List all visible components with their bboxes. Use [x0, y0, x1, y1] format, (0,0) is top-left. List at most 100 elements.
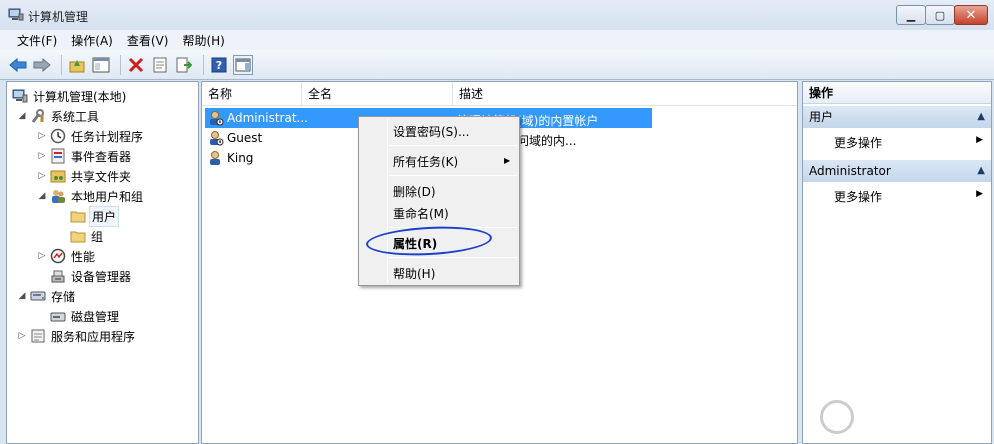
expand-icon[interactable]: ▷ — [17, 331, 27, 341]
tree-label: 组 — [91, 229, 104, 244]
tree-label: 事件查看器 — [71, 149, 132, 164]
performance-icon — [50, 248, 66, 264]
tree-item-computer-management[interactable]: 计算机管理(本地) — [9, 86, 128, 106]
tree-item-disk-management[interactable]: 磁盘管理 — [47, 306, 121, 326]
title-bar: 计算机管理 ▁ ▢ ✕ — [0, 0, 994, 30]
toolbar-separator — [203, 54, 204, 75]
minimize-icon: ▁ — [906, 8, 916, 22]
menu-separator — [389, 175, 517, 176]
menu-separator — [389, 257, 517, 258]
user-name: King — [227, 151, 254, 165]
menu-action[interactable]: 操作(A) — [64, 32, 120, 49]
up-level-button[interactable] — [67, 55, 87, 75]
maximize-button[interactable]: ▢ — [925, 5, 955, 25]
actions-group-label: Administrator — [809, 164, 891, 178]
list-column-headers: 名称 全名 描述 — [202, 82, 797, 106]
action-pane-icon — [235, 58, 251, 71]
close-button[interactable]: ✕ — [954, 5, 988, 25]
tree-label: 共享文件夹 — [71, 169, 132, 184]
menu-separator — [389, 145, 517, 146]
help-button[interactable]: ? — [209, 55, 229, 75]
actions-group-users[interactable]: 用户 ▲ — [803, 106, 991, 128]
console-tree-icon — [92, 57, 110, 72]
user-account-icon — [210, 151, 220, 165]
maximize-icon: ▢ — [934, 8, 946, 22]
tree-label: 性能 — [71, 249, 96, 264]
toolbar-separator — [120, 54, 121, 75]
tree-item-groups[interactable]: 组 — [67, 226, 105, 246]
tree-item-system-tools[interactable]: ◢ 系统工具 — [17, 106, 101, 126]
svg-text:?: ? — [216, 59, 222, 72]
toolbar-separator — [61, 54, 62, 75]
menu-item-rename[interactable]: 重命名(M) — [393, 205, 449, 222]
column-header-name[interactable]: 名称 — [202, 82, 302, 106]
menu-item-all-tasks[interactable]: 所有任务(K) — [393, 153, 458, 170]
menu-file[interactable]: 文件(F) — [10, 32, 64, 49]
tree-item-users[interactable]: 用户 — [67, 205, 120, 227]
collapse-icon[interactable]: ◢ — [17, 291, 27, 301]
computer-management-icon — [8, 8, 24, 21]
submenu-arrow-icon: ▶ — [504, 156, 511, 165]
show-action-pane-button[interactable] — [233, 54, 253, 75]
export-list-button[interactable] — [174, 55, 194, 75]
tree-label: 计算机管理(本地) — [33, 89, 127, 104]
actions-pane: 操作 用户 ▲ 更多操作 ▶ Administrator ▲ 更多操作 ▶ — [802, 81, 992, 444]
delete-button[interactable] — [126, 55, 146, 75]
toolbar: ? — [0, 50, 994, 80]
back-arrow-icon — [9, 57, 27, 72]
help-question-icon: ? — [211, 57, 227, 72]
tree-item-shared-folders[interactable]: ▷ 共享文件夹 — [37, 166, 133, 186]
collapse-caret-icon[interactable]: ▲ — [977, 106, 985, 128]
tree-item-local-users-groups[interactable]: ◢ 本地用户和组 — [37, 186, 145, 206]
actions-group-label: 用户 — [809, 110, 834, 124]
menu-item-delete[interactable]: 删除(D) — [393, 183, 436, 200]
menu-item-set-password[interactable]: 设置密码(S)... — [393, 123, 469, 140]
expand-icon[interactable]: ▷ — [37, 151, 47, 161]
tree-item-storage[interactable]: ◢ 存储 — [17, 286, 77, 306]
expand-icon[interactable]: ▷ — [37, 251, 47, 261]
storage-icon — [30, 288, 46, 304]
properties-sheet-icon — [153, 57, 167, 72]
column-header-description[interactable]: 描述 — [453, 82, 797, 106]
user-name: Guest — [227, 131, 263, 145]
tree-label: 存储 — [51, 289, 76, 304]
tree-item-event-viewer[interactable]: ▷ 事件查看器 — [37, 146, 133, 166]
folder-icon — [70, 208, 86, 224]
event-viewer-icon — [50, 148, 66, 164]
tree-item-device-manager[interactable]: 设备管理器 — [47, 266, 133, 286]
collapse-icon[interactable]: ◢ — [17, 111, 27, 121]
menu-view[interactable]: 查看(V) — [120, 32, 176, 49]
window-controls: ▁ ▢ ✕ — [896, 5, 988, 25]
more-actions-administrator[interactable]: 更多操作 — [834, 188, 882, 205]
tree-item-services-apps[interactable]: ▷ 服务和应用程序 — [17, 326, 137, 346]
folder-icon — [70, 228, 86, 244]
expand-icon[interactable]: ▷ — [37, 131, 47, 141]
tree-item-performance[interactable]: ▷ 性能 — [37, 246, 97, 266]
show-hide-tree-button[interactable] — [91, 55, 111, 75]
minimize-button[interactable]: ▁ — [896, 5, 926, 25]
more-actions-users[interactable]: 更多操作 — [834, 134, 882, 151]
menu-item-help[interactable]: 帮助(H) — [393, 265, 435, 282]
expand-icon[interactable]: ▷ — [37, 171, 47, 181]
actions-pane-title: 操作 — [803, 82, 991, 104]
tree-item-task-scheduler[interactable]: ▷ 任务计划程序 — [37, 126, 145, 146]
collapse-caret-icon[interactable]: ▲ — [977, 160, 985, 182]
actions-group-administrator[interactable]: Administrator ▲ — [803, 160, 991, 182]
column-header-fullname[interactable]: 全名 — [302, 82, 453, 106]
back-button[interactable] — [8, 55, 28, 75]
forward-button[interactable] — [32, 55, 52, 75]
properties-button[interactable] — [150, 55, 170, 75]
users-group-icon — [50, 188, 66, 204]
tree-label: 本地用户和组 — [71, 189, 144, 204]
services-icon — [30, 328, 46, 344]
user-account-icon — [210, 111, 224, 126]
collapse-icon[interactable]: ◢ — [37, 191, 47, 201]
tree-label: 磁盘管理 — [71, 309, 120, 324]
context-menu-gutter — [387, 119, 388, 283]
context-menu: 设置密码(S)... 所有任务(K) ▶ 删除(D) 重命名(M) 属性(R) … — [358, 116, 520, 286]
menu-help[interactable]: 帮助(H) — [175, 32, 231, 49]
export-list-icon — [176, 57, 192, 72]
disk-icon — [50, 308, 66, 324]
menu-bar: 文件(F) 操作(A) 查看(V) 帮助(H) — [0, 30, 994, 50]
watermark-logo-icon — [820, 400, 854, 434]
